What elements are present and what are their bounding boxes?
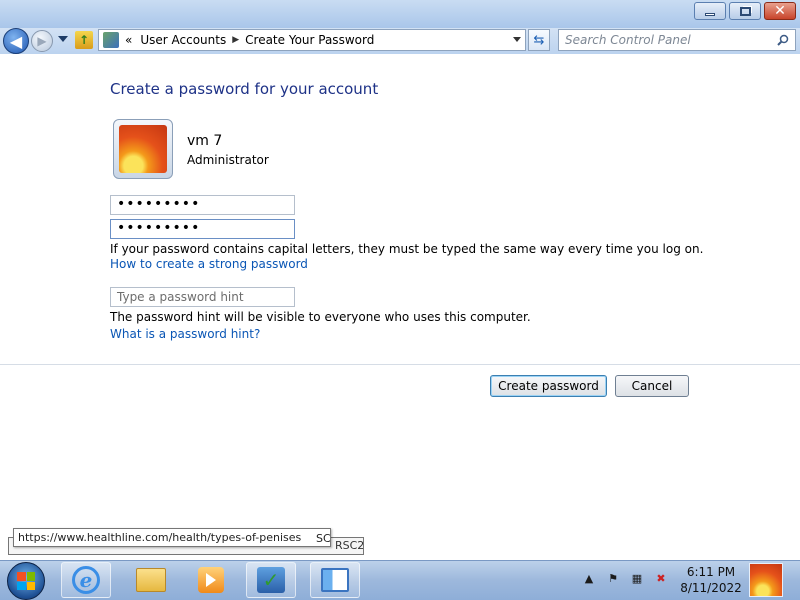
refresh-button[interactable]: ⇆ [528,29,550,51]
up-level-icon[interactable]: ↑ [75,31,93,49]
strong-password-link[interactable]: How to create a strong password [110,257,308,271]
close-button[interactable]: ✕ [764,2,796,20]
folder-icon [136,568,166,592]
back-button[interactable]: ◀ [3,28,29,54]
minimize-button[interactable] [694,2,726,20]
hint-visibility-note: The password hint will be visible to eve… [110,310,531,324]
address-bar[interactable]: « User Accounts ▶ Create Your Password [98,29,526,51]
recent-pages-dropdown-icon[interactable] [58,36,68,42]
back-tooltip-suffix: RSC2 [335,539,364,552]
breadcrumb-separator-icon[interactable]: ▶ [232,35,239,45]
refresh-icon: ⇆ [533,32,545,48]
breadcrumb-user-accounts[interactable]: User Accounts [140,33,226,47]
taskbar-control-panel[interactable] [310,562,360,598]
taskbar-media-player[interactable] [186,562,236,598]
cancel-button[interactable]: Cancel [615,375,689,397]
start-button[interactable] [7,562,45,600]
user-avatar [113,119,173,179]
confirm-password-input[interactable]: ••••••••• [110,219,295,239]
checkmark-icon: ✓ [257,567,285,593]
windows-logo-icon [17,572,35,590]
password-hint-input[interactable]: Type a password hint [110,287,295,307]
network-icon[interactable]: ▦ [630,571,644,585]
internet-explorer-icon: e [72,566,100,594]
forward-arrow-icon: ▶ [37,34,47,48]
close-icon: ✕ [774,3,786,19]
show-hidden-icons-icon[interactable]: ▲ [582,571,596,585]
media-player-icon [198,567,224,593]
password-hint-help-link[interactable]: What is a password hint? [110,327,260,341]
system-tray: ▲ ⚑ ▦ ✖ [582,571,668,585]
forward-button[interactable]: ▶ [31,30,53,52]
window-controls: ✕ [691,2,796,20]
clock[interactable]: 6:11 PM 8/11/2022 [676,564,746,596]
page-title: Create a password for your account [110,80,379,98]
search-icon[interactable] [777,34,789,46]
clock-date: 8/11/2022 [680,581,742,595]
url-tooltip-suffix: SC1 [316,532,331,545]
search-input[interactable]: Search Control Panel [558,29,796,51]
breadcrumb-create-password[interactable]: Create Your Password [245,33,374,47]
back-arrow-icon: ◀ [9,31,23,51]
new-password-input[interactable]: ••••••••• [110,195,295,215]
search-placeholder: Search Control Panel [565,33,691,47]
capital-letters-note: If your password contains capital letter… [110,242,704,256]
divider [0,364,800,365]
flower-picture-icon [119,125,167,173]
account-role: Administrator [187,153,269,167]
taskbar-windows-explorer[interactable] [126,562,176,598]
clock-time: 6:11 PM [686,565,736,579]
speaker-muted-icon[interactable]: ✖ [654,571,668,585]
title-bar: ✕ [0,0,800,28]
breadcrumb-prefix[interactable]: « [125,33,132,47]
account-name: vm 7 [187,133,223,149]
url-tooltip-text: https://www.healthline.com/health/types-… [18,531,302,544]
taskbar-internet-explorer[interactable]: e [61,562,111,598]
url-tooltip: https://www.healthline.com/health/types-… [13,528,331,547]
show-desktop-button[interactable] [749,563,783,597]
address-dropdown-icon[interactable] [513,37,521,42]
control-panel-icon [321,568,349,592]
taskbar-action-center[interactable]: ✓ [246,562,296,598]
restore-icon [739,6,751,16]
restore-button[interactable] [729,2,761,20]
flag-icon[interactable]: ⚑ [606,571,620,585]
minimize-icon [705,12,715,16]
create-password-button[interactable]: Create password [490,375,607,397]
control-panel-icon [103,32,119,48]
